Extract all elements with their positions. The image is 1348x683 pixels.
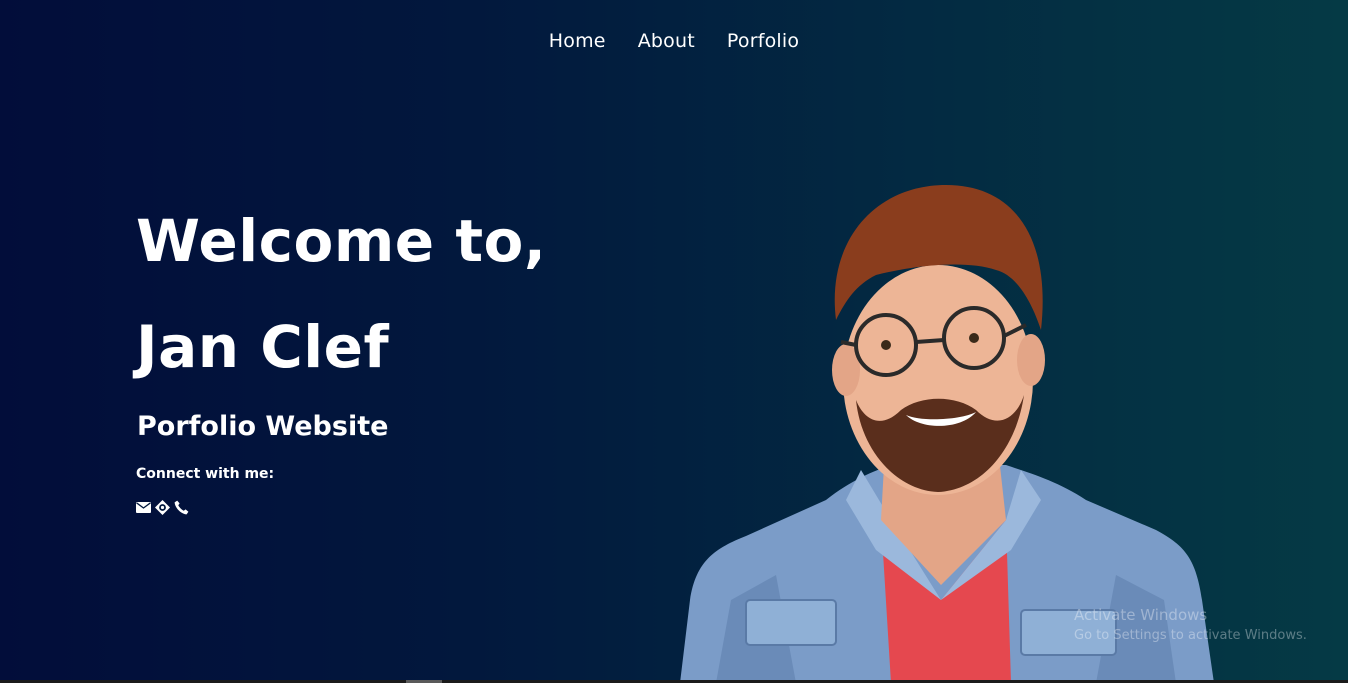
watermark-subtitle: Go to Settings to activate Windows. bbox=[1074, 628, 1307, 643]
hero-name-heading: Jan Clef bbox=[136, 313, 390, 381]
location-target-icon[interactable] bbox=[155, 500, 170, 515]
hero-subtitle: Porfolio Website bbox=[137, 411, 389, 442]
social-icons bbox=[136, 500, 546, 515]
nav-home-link[interactable]: Home bbox=[549, 30, 606, 52]
activate-windows-watermark: Activate Windows Go to Settings to activ… bbox=[1074, 606, 1307, 643]
nav-about-link[interactable]: About bbox=[638, 30, 695, 52]
nav-portfolio-link[interactable]: Porfolio bbox=[727, 30, 799, 52]
watermark-title: Activate Windows bbox=[1074, 606, 1208, 624]
envelope-icon[interactable] bbox=[136, 500, 151, 515]
phone-icon[interactable] bbox=[174, 500, 189, 515]
hero-section: Welcome to, Jan Clef Porfolio Website Co… bbox=[136, 196, 546, 515]
connect-label: Connect with me: bbox=[136, 466, 275, 482]
page: Home About Porfolio Welcome to, Jan Clef… bbox=[0, 0, 1348, 683]
hero-welcome-heading: Welcome to, bbox=[136, 207, 547, 275]
top-nav: Home About Porfolio bbox=[0, 30, 1348, 52]
